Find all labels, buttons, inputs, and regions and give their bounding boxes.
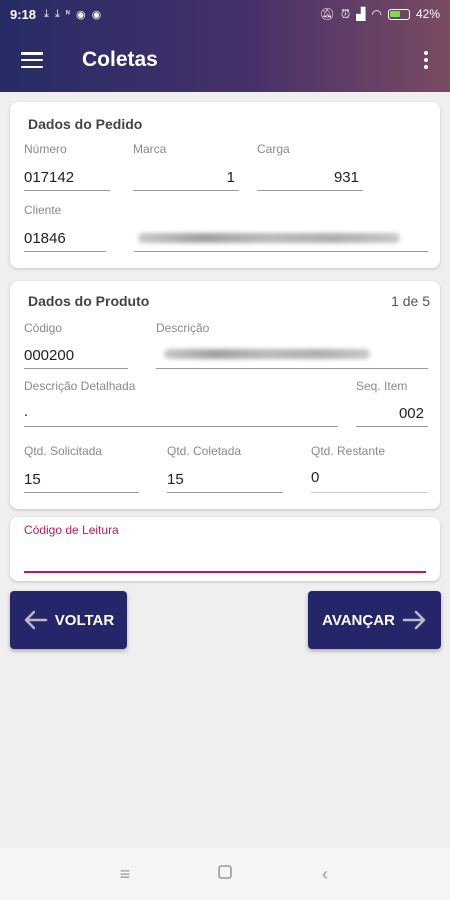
descricao-label: Descrição: [156, 321, 210, 335]
descricao-detalhada-field[interactable]: Descrição Detalhada .: [24, 379, 338, 429]
more-options-icon[interactable]: [402, 28, 450, 92]
system-nav-bar: ≡ ‹: [0, 848, 450, 900]
game-icon: ◉: [91, 8, 102, 21]
cliente-value: 01846: [24, 230, 66, 247]
qtd-coletada-field[interactable]: Qtd. Coletada 15: [167, 444, 283, 494]
app-bar: Coletas: [0, 28, 450, 92]
home-icon[interactable]: [215, 864, 235, 885]
back-button-label: VOLTAR: [54, 611, 115, 629]
qtd-coletada-label: Qtd. Coletada: [167, 444, 242, 458]
order-card-title: Dados do Pedido: [28, 116, 143, 132]
notification-icons: ⤓ ⤓ ᶰ ◉ ◉: [44, 8, 101, 21]
signal-icon: ▟: [356, 7, 366, 21]
next-button-label: AVANÇAR: [322, 611, 395, 629]
numero-label: Número: [24, 142, 67, 156]
status-bar: 9:18 ⤓ ⤓ ᶰ ◉ ◉ 🔕︎ ⏰︎ ▟ ◠ 42%: [0, 0, 450, 28]
carga-label: Carga: [257, 142, 290, 156]
codigo-value: 000200: [24, 347, 75, 364]
qtd-solicitada-label: Qtd. Solicitada: [24, 444, 103, 458]
product-card-title: Dados do Produto: [28, 293, 150, 309]
mute-icon: 🔕︎: [319, 7, 335, 21]
download-icon: ⤓: [54, 7, 60, 20]
next-button[interactable]: AVANÇAR: [308, 591, 441, 649]
seq-item-value: 002: [398, 405, 424, 422]
nfc-icon: ᶰ: [65, 7, 70, 20]
back-button[interactable]: VOLTAR: [10, 591, 127, 649]
arrow-left-icon: [24, 610, 48, 630]
descricao-field[interactable]: Descrição: [156, 321, 428, 371]
menu-icon[interactable]: [0, 28, 64, 92]
cliente-name-field[interactable]: [134, 203, 428, 253]
qtd-coletada-value: 15: [167, 471, 184, 488]
cliente-label: Cliente: [24, 203, 62, 217]
codigo-label: Código: [24, 321, 63, 335]
qtd-restante-field[interactable]: Qtd. Restante 0: [311, 444, 428, 494]
carga-value: 931: [333, 169, 359, 186]
alarm-icon: ⏰︎: [340, 6, 351, 21]
game-icon: ◉: [75, 8, 86, 21]
read-code-underline: [24, 571, 426, 573]
qtd-solicitada-value: 15: [24, 471, 41, 488]
order-data-card: Dados do Pedido Número 017142 Marca 1 Ca…: [10, 102, 440, 268]
arrow-right-icon: [402, 610, 426, 630]
carga-field[interactable]: Carga 931: [257, 142, 363, 192]
seq-item-label: Seq. Item: [356, 379, 408, 393]
numero-field[interactable]: Número 017142: [24, 142, 110, 192]
descricao-detalhada-label: Descrição Detalhada: [24, 379, 136, 393]
qtd-restante-label: Qtd. Restante: [311, 444, 386, 458]
recents-icon[interactable]: ≡: [115, 864, 135, 885]
marca-label: Marca: [133, 142, 167, 156]
redacted-client-name: [138, 233, 400, 243]
battery-percent: 42%: [415, 7, 440, 21]
product-data-card: Dados do Produto 1 de 5 Código 000200 De…: [10, 281, 440, 509]
page-title: Coletas: [82, 48, 158, 71]
qtd-restante-value: 0: [311, 469, 320, 486]
marca-value: 1: [226, 169, 235, 186]
battery-icon: [387, 8, 410, 20]
seq-item-field[interactable]: Seq. Item 002: [356, 379, 428, 429]
numero-value: 017142: [24, 169, 75, 186]
cliente-field[interactable]: Cliente 01846: [24, 203, 106, 253]
status-time: 9:18: [10, 6, 37, 22]
descricao-detalhada-value: .: [24, 403, 29, 420]
download-icon: ⤓: [44, 7, 49, 20]
read-code-label: Código de Leitura: [24, 523, 119, 537]
marca-field[interactable]: Marca 1: [133, 142, 239, 192]
qtd-solicitada-field[interactable]: Qtd. Solicitada 15: [24, 444, 139, 494]
wifi-icon: ◠: [371, 7, 382, 21]
back-nav-icon[interactable]: ‹: [315, 864, 335, 885]
codigo-field[interactable]: Código 000200: [24, 321, 128, 371]
product-counter: 1 de 5: [391, 293, 430, 309]
redacted-description: [164, 349, 370, 359]
read-code-input[interactable]: [24, 539, 426, 569]
read-code-card: Código de Leitura: [10, 517, 440, 581]
